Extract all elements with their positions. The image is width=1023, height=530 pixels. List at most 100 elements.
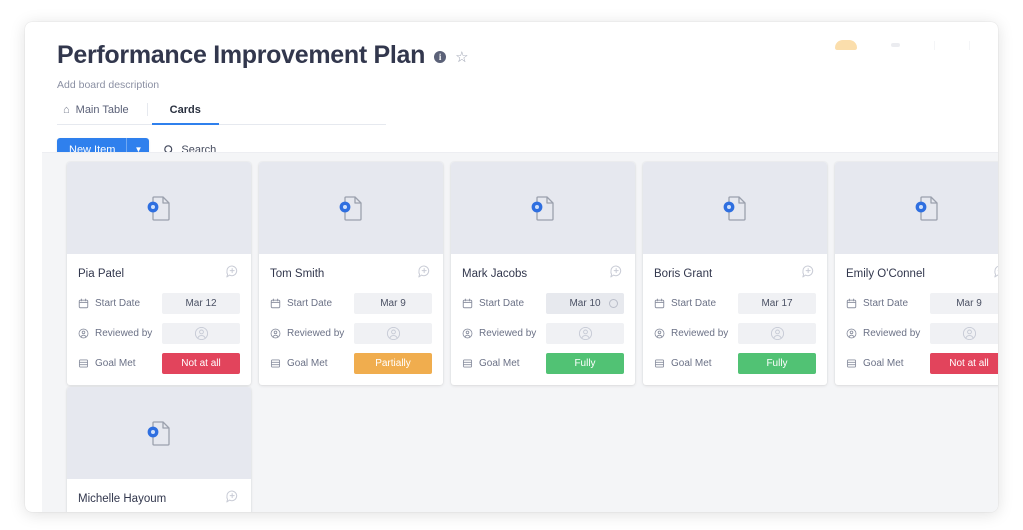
card-thumbnail[interactable] [451, 162, 635, 254]
card-item[interactable]: Emily O'Connel Start Date Mar 9 Reviewed… [835, 162, 998, 385]
status-lines-icon [270, 359, 281, 368]
card-field-value-start-date[interactable]: Mar 17 [738, 293, 816, 314]
card-item[interactable]: Pia Patel Start Date Mar 12 Reviewed by [67, 162, 251, 385]
card-field-value-reviewed-by[interactable] [162, 323, 240, 344]
card-field-label-text-reviewed-by: Reviewed by [287, 328, 345, 339]
board-window: Performance Improvement Plan i ☆ Add boa… [25, 22, 998, 512]
card-name-row: Boris Grant [654, 264, 816, 284]
header-ghost-element [891, 43, 900, 47]
card-start-date-text: Mar 10 [569, 298, 601, 309]
status-lines-icon [462, 359, 473, 368]
card-field-label-start-date: Start Date [654, 298, 738, 309]
tab-cards[interactable]: Cards [151, 100, 219, 125]
card-field-value-start-date[interactable]: Mar 9 [930, 293, 998, 314]
board-header: Performance Improvement Plan i ☆ Add boa… [25, 22, 998, 163]
card-thumbnail[interactable] [259, 162, 443, 254]
add-comment-icon[interactable] [993, 264, 998, 284]
card-field-label-start-date: Start Date [846, 298, 930, 309]
status-badge[interactable]: Partially [354, 353, 432, 374]
star-outline-icon[interactable]: ☆ [455, 50, 468, 65]
card-body: Michelle Hayoum [67, 479, 251, 512]
card-thumbnail[interactable] [835, 162, 998, 254]
status-badge[interactable]: Not at all [162, 353, 240, 374]
header-right-widgets [835, 40, 970, 50]
tab-main-table-label: Main Table [75, 103, 129, 116]
card-field-label-text-goal-met: Goal Met [479, 358, 520, 369]
card-field-label-start-date: Start Date [462, 298, 546, 309]
calendar-icon [846, 298, 857, 309]
add-comment-icon[interactable] [225, 489, 240, 509]
person-avatar-icon [578, 326, 592, 341]
status-badge[interactable]: Not at all [930, 353, 998, 374]
card-field-label-text-goal-met: Goal Met [287, 358, 328, 369]
card-field-start-date: Start Date Mar 10 [462, 293, 624, 314]
tab-main-table[interactable]: ⌂ Main Table [57, 100, 143, 125]
card-field-reviewed-by: Reviewed by [654, 323, 816, 344]
file-placeholder-icon [914, 194, 940, 222]
card-body: Boris Grant Start Date Mar 17 Reviewed b… [643, 254, 827, 385]
home-icon: ⌂ [63, 103, 70, 116]
info-icon[interactable]: i [434, 51, 447, 64]
card-field-value-start-date[interactable]: Mar 12 [162, 293, 240, 314]
header-divider [934, 40, 935, 50]
card-name-row: Emily O'Connel [846, 264, 998, 284]
card-field-label-text-start-date: Start Date [95, 298, 141, 309]
card-thumbnail[interactable] [67, 387, 251, 479]
card-field-goal-met: Goal Met Not at all [78, 353, 240, 374]
view-tabs: ⌂ Main Table Cards [57, 100, 386, 125]
card-item[interactable]: Tom Smith Start Date Mar 9 Reviewed by G… [259, 162, 443, 385]
status-badge[interactable]: Fully [738, 353, 816, 374]
card-name-row: Michelle Hayoum [78, 489, 240, 509]
card-thumbnail[interactable] [67, 162, 251, 254]
card-field-label-text-goal-met: Goal Met [863, 358, 904, 369]
card-field-label-goal-met: Goal Met [654, 358, 738, 369]
card-field-label-reviewed-by: Reviewed by [654, 328, 738, 339]
card-field-label-start-date: Start Date [78, 298, 162, 309]
card-field-start-date: Start Date Mar 9 [270, 293, 432, 314]
card-field-label-text-start-date: Start Date [479, 298, 525, 309]
clear-date-icon[interactable] [609, 299, 618, 308]
card-body: Emily O'Connel Start Date Mar 9 Reviewed… [835, 254, 998, 385]
file-placeholder-icon [338, 194, 364, 222]
card-title: Emily O'Connel [846, 268, 925, 280]
card-field-label-text-goal-met: Goal Met [95, 358, 136, 369]
card-field-value-start-date[interactable]: Mar 9 [354, 293, 432, 314]
card-title: Tom Smith [270, 268, 325, 280]
card-field-value-reviewed-by[interactable] [354, 323, 432, 344]
header-divider-2 [969, 40, 970, 50]
card-body: Tom Smith Start Date Mar 9 Reviewed by G… [259, 254, 443, 385]
file-placeholder-icon [146, 194, 172, 222]
card-field-label-goal-met: Goal Met [846, 358, 930, 369]
add-comment-icon[interactable] [801, 264, 816, 284]
card-thumbnail[interactable] [643, 162, 827, 254]
user-avatar[interactable] [835, 40, 857, 50]
card-item[interactable]: Michelle Hayoum [67, 387, 251, 512]
card-field-value-reviewed-by[interactable] [930, 323, 998, 344]
card-field-reviewed-by: Reviewed by [846, 323, 998, 344]
card-start-date-text: Mar 9 [956, 298, 982, 309]
card-title: Pia Patel [78, 268, 125, 280]
card-field-value-reviewed-by[interactable] [546, 323, 624, 344]
card-item[interactable]: Boris Grant Start Date Mar 17 Reviewed b… [643, 162, 827, 385]
card-field-reviewed-by: Reviewed by [270, 323, 432, 344]
person-circle-icon [654, 328, 665, 339]
cards-board: Pia Patel Start Date Mar 12 Reviewed by [42, 152, 998, 512]
add-comment-icon[interactable] [609, 264, 624, 284]
add-comment-icon[interactable] [417, 264, 432, 284]
card-field-start-date: Start Date Mar 12 [78, 293, 240, 314]
card-field-label-reviewed-by: Reviewed by [462, 328, 546, 339]
card-field-label-text-reviewed-by: Reviewed by [671, 328, 729, 339]
card-field-value-reviewed-by[interactable] [738, 323, 816, 344]
board-description[interactable]: Add board description [57, 79, 998, 91]
card-name-row: Mark Jacobs [462, 264, 624, 284]
status-badge[interactable]: Fully [546, 353, 624, 374]
card-field-goal-met: Goal Met Partially [270, 353, 432, 374]
card-field-label-text-start-date: Start Date [671, 298, 717, 309]
card-field-label-reviewed-by: Reviewed by [846, 328, 930, 339]
person-avatar-icon [194, 326, 208, 341]
card-item[interactable]: Mark Jacobs Start Date Mar 10 Reviewed b… [451, 162, 635, 385]
card-field-value-start-date[interactable]: Mar 10 [546, 293, 624, 314]
add-comment-icon[interactable] [225, 264, 240, 284]
file-placeholder-icon [146, 419, 172, 447]
card-title: Mark Jacobs [462, 268, 528, 280]
